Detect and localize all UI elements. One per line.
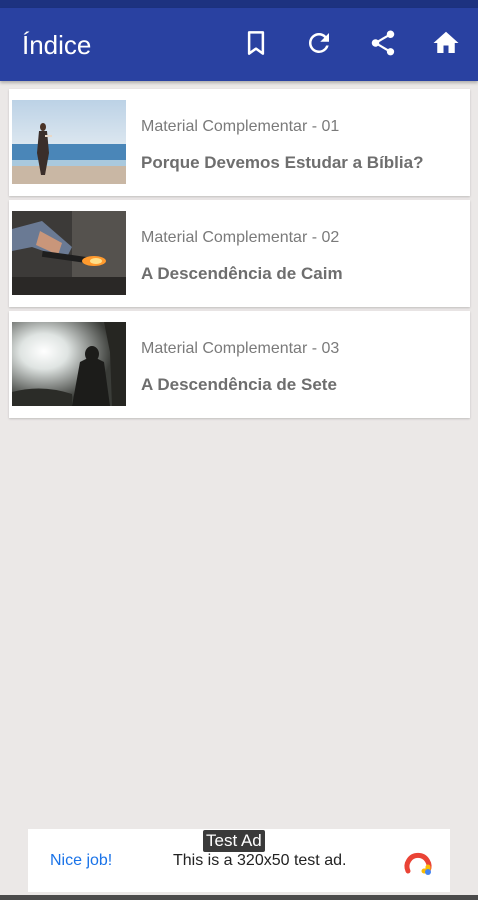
item-title: A Descendência de Caim <box>141 264 343 283</box>
thumbnail-woman-on-beach <box>12 100 126 184</box>
list-item[interactable]: Material Complementar - 01 Porque Devemo… <box>9 89 470 196</box>
home-icon[interactable] <box>431 28 461 58</box>
share-icon[interactable] <box>368 28 398 58</box>
ad-description: This is a 320x50 test ad. <box>173 852 347 869</box>
list-item[interactable]: Material Complementar - 03 A Descendênci… <box>9 311 470 418</box>
refresh-icon[interactable] <box>304 28 334 58</box>
ad-logo-icon[interactable] <box>402 845 436 879</box>
page-title: Índice <box>22 30 92 60</box>
thumbnail-person-in-sunlight <box>12 322 126 406</box>
item-subtitle: Material Complementar - 03 <box>141 340 340 357</box>
bookmark-icon[interactable] <box>241 28 271 58</box>
status-bar <box>0 0 478 8</box>
app-bar: Índice <box>0 8 478 81</box>
ad-banner[interactable]: Nice job! This is a 320x50 test ad. Test… <box>28 829 450 892</box>
test-ad-badge: Test Ad <box>203 830 265 852</box>
item-subtitle: Material Complementar - 01 <box>141 118 340 135</box>
ad-nice-text: Nice job! <box>50 852 113 869</box>
list-item[interactable]: Material Complementar - 02 A Descendênci… <box>9 200 470 307</box>
item-subtitle: Material Complementar - 02 <box>141 229 340 246</box>
navigation-bar-edge <box>0 895 478 900</box>
item-title: Porque Devemos Estudar a Bíblia? <box>141 153 424 172</box>
item-title: A Descendência de Sete <box>141 375 337 394</box>
thumbnail-blacksmith-forge <box>12 211 126 295</box>
